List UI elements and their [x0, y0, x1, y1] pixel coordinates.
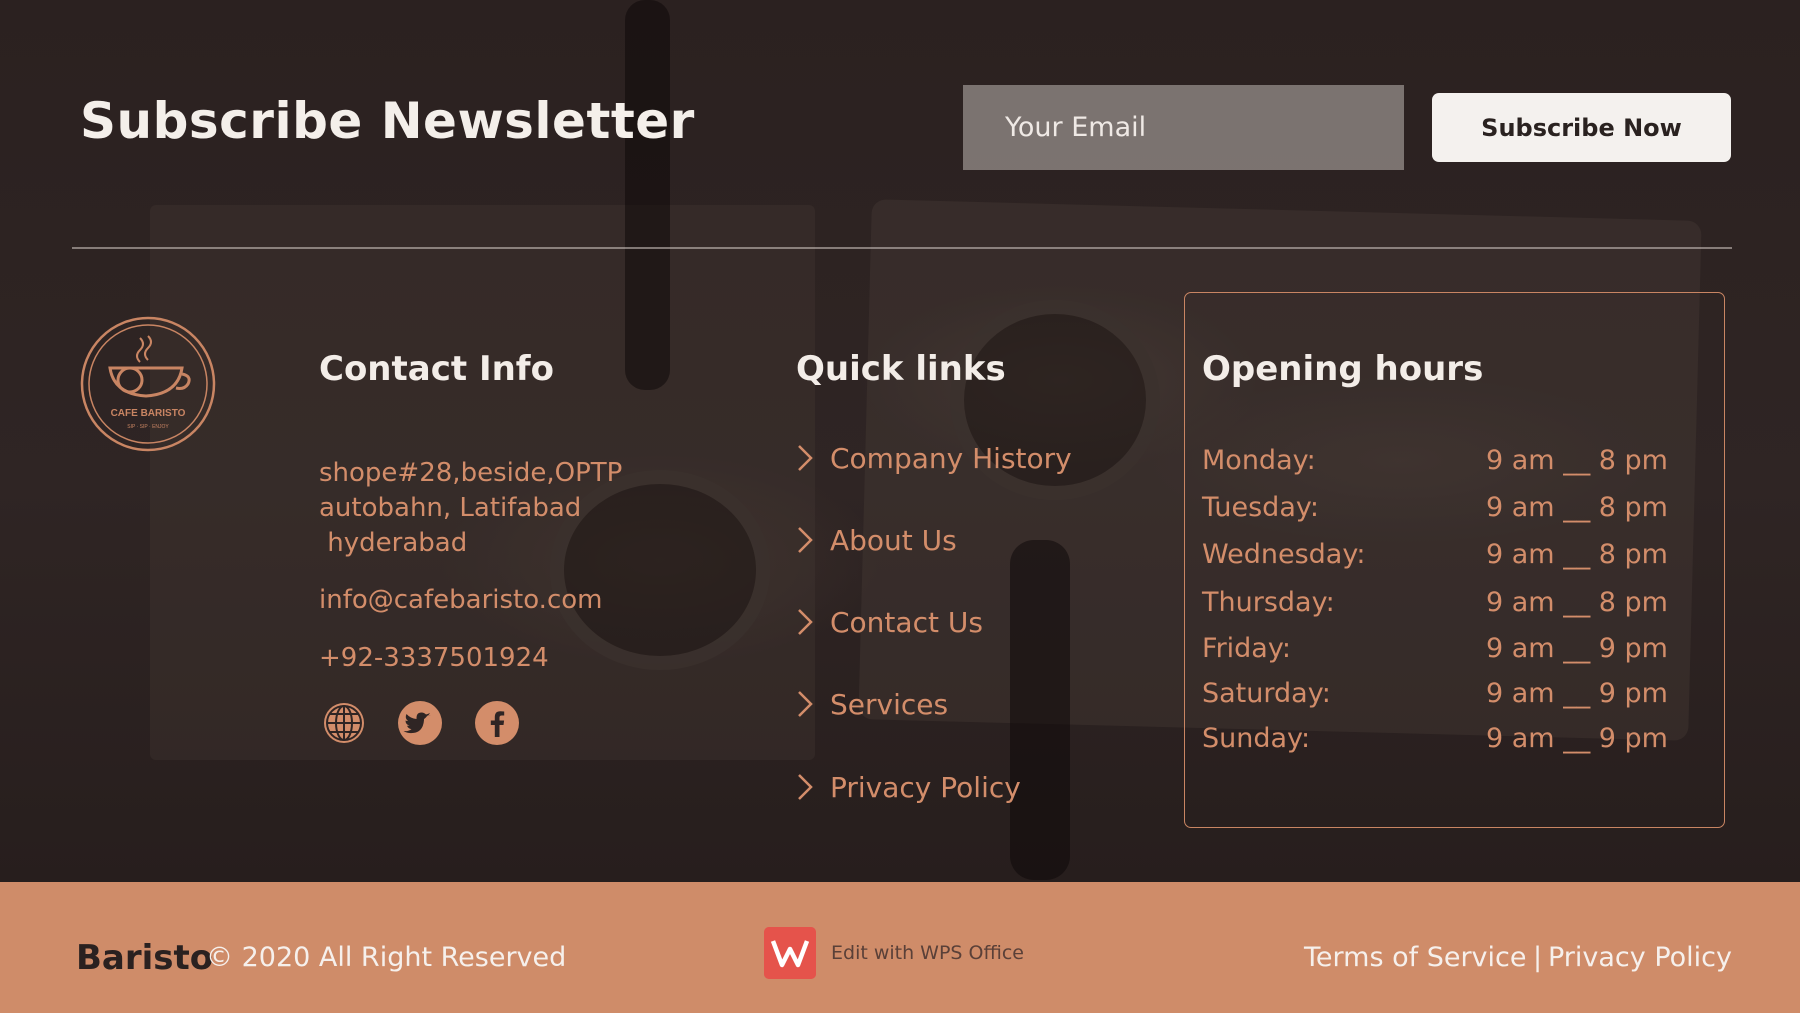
chevron-right-icon [798, 527, 813, 553]
footer-brand: Baristo [76, 938, 214, 978]
quick-link-contact-us[interactable]: Contact Us [794, 602, 983, 642]
address-line: hyderabad [319, 528, 468, 558]
quick-links-title: Quick links [796, 349, 1006, 389]
quick-link-company-history[interactable]: Company History [794, 438, 1072, 478]
hours-day: Saturday: [1202, 678, 1331, 709]
hours-row: Friday: 9 am __ 9 pm [1202, 633, 1668, 669]
privacy-policy-link[interactable]: Privacy Policy [1548, 942, 1732, 973]
hours-day: Sunday: [1202, 723, 1311, 754]
quick-link-privacy-policy[interactable]: Privacy Policy [794, 767, 1021, 807]
opening-hours-title: Opening hours [1202, 349, 1484, 389]
link-separator: | [1533, 942, 1543, 973]
hours-time: 9 am __ 8 pm [1486, 539, 1668, 570]
hours-day: Friday: [1202, 633, 1291, 664]
wps-office-icon[interactable] [764, 927, 816, 979]
hours-time: 9 am __ 9 pm [1486, 633, 1668, 664]
quick-link-label: About Us [830, 523, 957, 557]
quick-link-label: Company History [830, 441, 1072, 475]
chevron-right-icon [798, 691, 813, 717]
quick-link-label: Services [830, 687, 949, 721]
hours-day: Thursday: [1202, 587, 1335, 618]
terms-of-service-link[interactable]: Terms of Service [1304, 942, 1527, 973]
hours-time: 9 am __ 8 pm [1486, 492, 1668, 523]
email-input[interactable] [963, 85, 1404, 170]
hours-time: 9 am __ 8 pm [1486, 587, 1668, 618]
address-line: shope#28,beside,OPTP [319, 458, 623, 488]
quick-link-label: Privacy Policy [830, 770, 1021, 804]
quick-link-label: Contact Us [830, 605, 983, 639]
chevron-right-icon [798, 609, 813, 635]
quick-link-about-us[interactable]: About Us [794, 520, 957, 560]
contact-email[interactable]: info@cafebaristo.com [319, 583, 602, 618]
copyright-bar: Baristo © 2020 All Right Reserved Edit w… [0, 882, 1800, 1013]
contact-info-title: Contact Info [319, 349, 554, 389]
globe-icon[interactable] [321, 700, 367, 746]
contact-phone[interactable]: +92-3337501924 [319, 641, 549, 676]
hours-day: Monday: [1202, 445, 1316, 476]
subscribe-button[interactable]: Subscribe Now [1432, 93, 1731, 162]
cafe-baristo-logo: CAFE BARISTO SIP · SIP · ENJOY [80, 316, 216, 452]
twitter-icon[interactable] [397, 700, 443, 746]
hours-row: Wednesday: 9 am __ 8 pm [1202, 539, 1668, 575]
hours-day: Wednesday: [1202, 539, 1366, 570]
logo-brand-text: CAFE BARISTO [111, 408, 186, 419]
hours-time: 9 am __ 8 pm [1486, 445, 1668, 476]
hours-time: 9 am __ 9 pm [1486, 678, 1668, 709]
copyright-text: © 2020 All Right Reserved [206, 942, 567, 973]
footer-section: Subscribe Newsletter Subscribe Now CAFE … [0, 0, 1800, 1013]
facebook-icon[interactable] [474, 700, 520, 746]
hours-row: Tuesday: 9 am __ 8 pm [1202, 492, 1668, 528]
wps-label[interactable]: Edit with WPS Office [831, 942, 1024, 964]
logo-tagline: SIP · SIP · ENJOY [127, 424, 169, 430]
quick-link-services[interactable]: Services [794, 684, 948, 724]
hours-row: Monday: 9 am __ 8 pm [1202, 445, 1668, 481]
chevron-right-icon [798, 445, 813, 471]
address-line: autobahn, Latifabad [319, 493, 582, 523]
address: shope#28,beside,OPTP autobahn, Latifabad… [319, 456, 649, 561]
newsletter-title: Subscribe Newsletter [80, 92, 695, 150]
hours-day: Tuesday: [1202, 492, 1319, 523]
divider [72, 247, 1732, 249]
hours-row: Thursday: 9 am __ 8 pm [1202, 587, 1668, 623]
chevron-right-icon [798, 774, 813, 800]
hours-row: Sunday: 9 am __ 9 pm [1202, 723, 1668, 759]
hours-row: Saturday: 9 am __ 9 pm [1202, 678, 1668, 714]
hours-time: 9 am __ 9 pm [1486, 723, 1668, 754]
